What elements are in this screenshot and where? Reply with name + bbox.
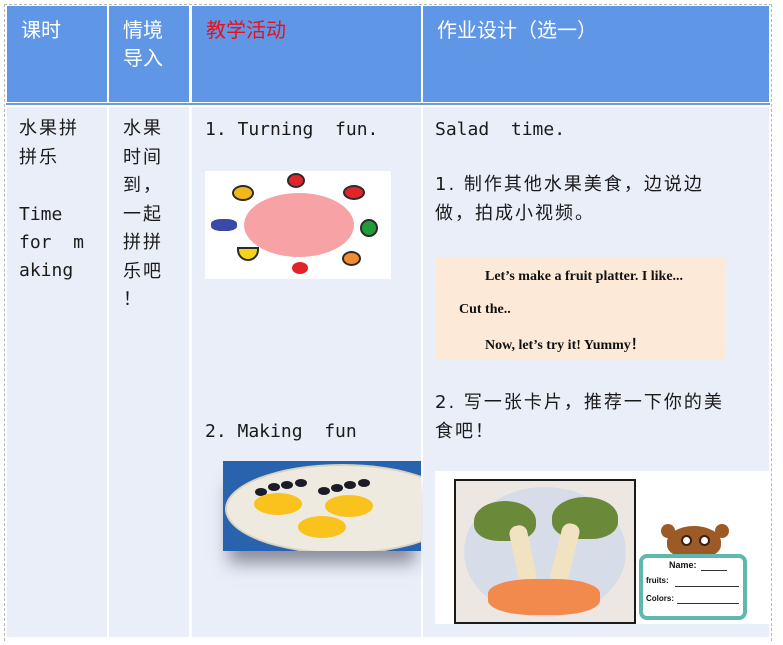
strawberry-icon: [343, 185, 365, 200]
pear-icon: [232, 185, 254, 201]
blueberry: [268, 483, 280, 491]
card-fruits-label: fruits:: [646, 576, 669, 585]
homework-images-strip: Name: fruits: Colors:: [435, 471, 769, 624]
card-name-label: Name:: [669, 560, 697, 570]
bear-ear-icon: [661, 524, 675, 538]
cell-scenario: 水果 时间 到， 一起 拼拼 乐吧 ！: [109, 107, 189, 637]
header-lesson-label: 课时: [21, 18, 61, 42]
orange-icon: [342, 251, 361, 266]
homework-task1-line1: 1. 制作其他水果美食，边说边: [435, 174, 704, 195]
bear-recommendation-card: Name: fruits: Colors:: [639, 524, 753, 622]
blueberry: [344, 481, 356, 489]
header-homework-label: 作业设计（选一）: [437, 18, 597, 42]
activity-item-2: 2. Making fun: [205, 421, 357, 442]
apple-icon: [287, 173, 305, 188]
grapes-icon: [211, 219, 237, 231]
header-scenario-label-line2: 导入: [123, 46, 163, 70]
lesson-title-line2: 拼乐: [19, 147, 59, 168]
scenario-line: 拼拼: [123, 232, 163, 253]
scenario-line: 水果: [123, 118, 163, 139]
platter-phrase-line1: Let’s make a fruit platter. I like...: [485, 269, 684, 284]
header-cell-homework: 作业设计（选一）: [423, 6, 769, 102]
tangerine-segments: [488, 579, 600, 615]
cell-activities: 1. Turning fun. 2. Making fun: [192, 107, 421, 637]
blueberry: [281, 481, 293, 489]
kiwi-banana-palm-tree-photo: [454, 479, 636, 624]
header-divider: [6, 103, 770, 105]
lesson-english-line1: Time: [19, 204, 63, 225]
bear-eye-icon: [681, 535, 692, 546]
orange-chick: [325, 495, 373, 517]
tomato-icon: [292, 262, 308, 274]
header-activities-label: 教学活动: [206, 18, 286, 42]
card-colors-line: [677, 603, 739, 604]
card-fruits-line: [675, 586, 739, 587]
card-colors-label: Colors:: [646, 594, 674, 603]
scenario-line: 到，: [123, 175, 163, 196]
activity-item-1: 1. Turning fun.: [205, 119, 379, 140]
platter-phrase-line3: Now, let’s try it! Yummy！: [485, 338, 645, 353]
fruit-wheel-image: [205, 171, 391, 279]
header-scenario-label-line1: 情境: [123, 18, 163, 42]
scenario-line: 乐吧: [123, 261, 163, 282]
lesson-english-line2: for m: [19, 232, 85, 253]
lesson-title-line1: 水果拼: [19, 118, 79, 139]
cell-lesson: 水果拼 拼乐 Time for m aking: [7, 107, 107, 637]
homework-intro: Salad time.: [435, 119, 566, 140]
blueberry: [358, 479, 370, 487]
header-cell-lesson: 课时: [7, 6, 107, 102]
blueberry: [295, 479, 307, 487]
cell-homework: Salad time. 1. 制作其他水果美食，边说边 做，拍成小视频。 Let…: [423, 107, 769, 637]
banana-icon: [237, 247, 259, 261]
blueberry: [318, 487, 330, 495]
homework-task2-line2: 食吧！: [435, 421, 495, 442]
homework-task1-line2: 做，拍成小视频。: [435, 203, 595, 224]
orange-chick: [254, 493, 302, 515]
blueberry: [331, 484, 343, 492]
platter-phrase-line2: Cut the..: [459, 302, 511, 317]
pink-plate-shape: [244, 193, 354, 257]
scenario-line: 时间: [123, 147, 163, 168]
card-frame: Name: fruits: Colors:: [639, 554, 747, 620]
card-name-line: [701, 570, 727, 571]
bear-eye-icon: [699, 535, 710, 546]
lesson-english-line3: aking: [19, 260, 74, 281]
fruit-platter-phrase-card: Let’s make a fruit platter. I like... Cu…: [435, 258, 725, 360]
scenario-line: ！: [123, 289, 143, 310]
watermelon-icon: [360, 219, 378, 237]
bear-ear-icon: [715, 524, 729, 538]
header-cell-scenario: 情境 导入: [109, 6, 189, 102]
orange-chick: [298, 516, 346, 538]
homework-task2-line1: 2. 写一张卡片，推荐一下你的美: [435, 392, 724, 413]
scenario-line: 一起: [123, 204, 163, 225]
header-cell-activities: 教学活动: [192, 6, 421, 102]
orange-chick-plate-photo: [223, 461, 421, 551]
